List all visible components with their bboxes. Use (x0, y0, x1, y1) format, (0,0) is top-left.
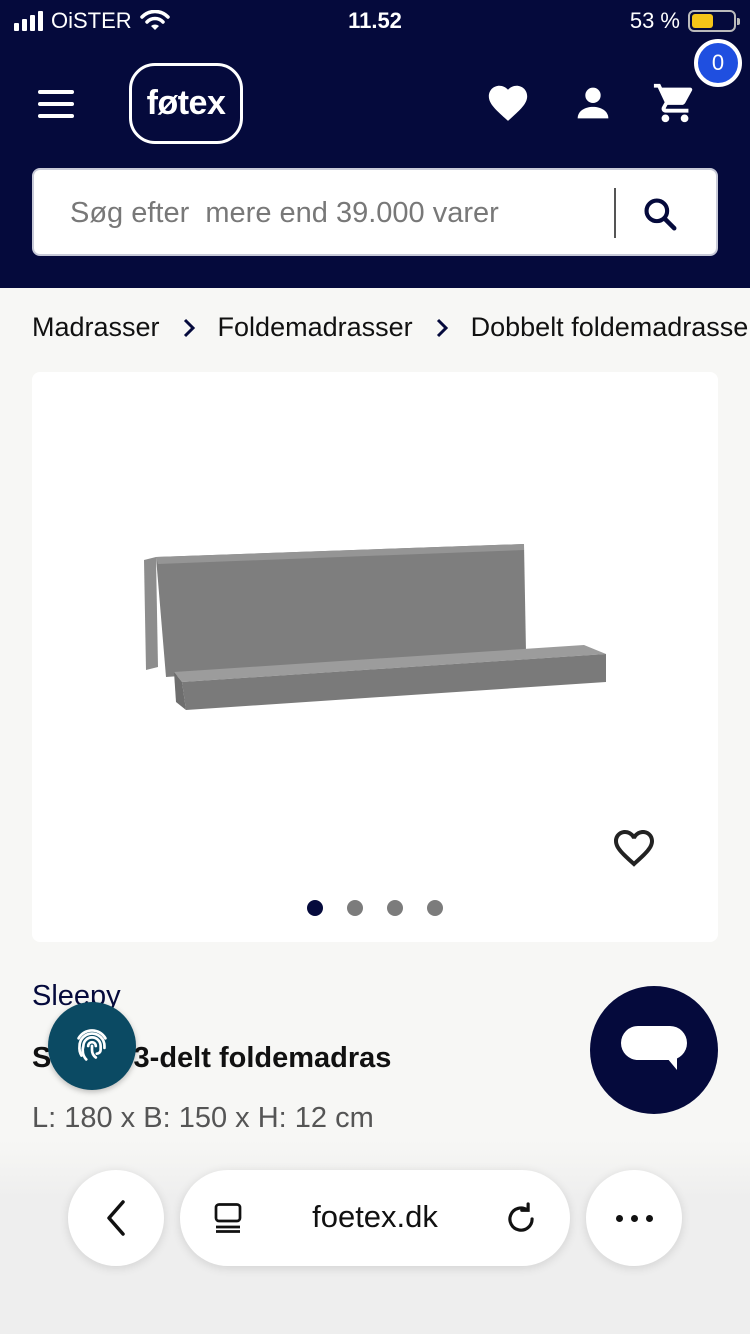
breadcrumb-item-madrasser[interactable]: Madrasser (32, 312, 160, 343)
search-icon (644, 198, 677, 231)
chevron-left-icon (107, 1200, 125, 1236)
heart-icon[interactable] (485, 80, 531, 126)
wishlist-heart-icon[interactable] (610, 824, 658, 872)
chat-button[interactable] (590, 986, 718, 1114)
browser-back-button[interactable] (68, 1170, 164, 1266)
breadcrumb-item-dobbelt[interactable]: Dobbelt foldemadrasser (471, 312, 750, 343)
carousel-indicator (32, 900, 718, 916)
product-image-carousel[interactable] (32, 372, 718, 942)
chevron-right-icon (435, 318, 449, 338)
carousel-dot[interactable] (427, 900, 443, 916)
search-button[interactable] (632, 186, 688, 242)
menu-icon[interactable] (38, 90, 74, 118)
chevron-right-icon (182, 318, 196, 338)
browser-more-button[interactable] (586, 1170, 682, 1266)
fingerprint-icon (77, 1029, 107, 1061)
carousel-dot[interactable] (387, 900, 403, 916)
more-dots-icon (615, 1214, 653, 1222)
breadcrumb-item-foldemadrasser[interactable]: Foldemadrasser (218, 312, 413, 343)
battery-percent: 53 % (629, 8, 680, 33)
search-divider (614, 188, 616, 238)
fingerprint-button[interactable] (48, 1002, 136, 1090)
cart-count-badge: 0 (694, 39, 742, 87)
cart-icon[interactable] (652, 80, 698, 126)
battery-info: 53 % (629, 8, 740, 34)
reload-icon[interactable] (502, 1200, 540, 1238)
battery-icon (688, 10, 740, 32)
site-header: føtex 0 (0, 39, 750, 288)
status-bar: OiSTER 11.52 53 % (0, 0, 750, 40)
foetex-logo[interactable]: føtex (129, 63, 243, 144)
chat-bubble-icon (621, 1026, 687, 1070)
product-dimensions: L: 180 x B: 150 x H: 12 cm (32, 1102, 374, 1134)
search-input[interactable] (70, 190, 610, 236)
search-bar (32, 168, 718, 256)
breadcrumb: Madrasser Foldemadrasser Dobbelt foldema… (32, 312, 750, 343)
product-image (144, 544, 606, 710)
browser-address-bar[interactable]: foetex.dk (180, 1170, 570, 1266)
carousel-dot[interactable] (347, 900, 363, 916)
user-icon[interactable] (570, 80, 616, 126)
carousel-dot[interactable] (307, 900, 323, 916)
